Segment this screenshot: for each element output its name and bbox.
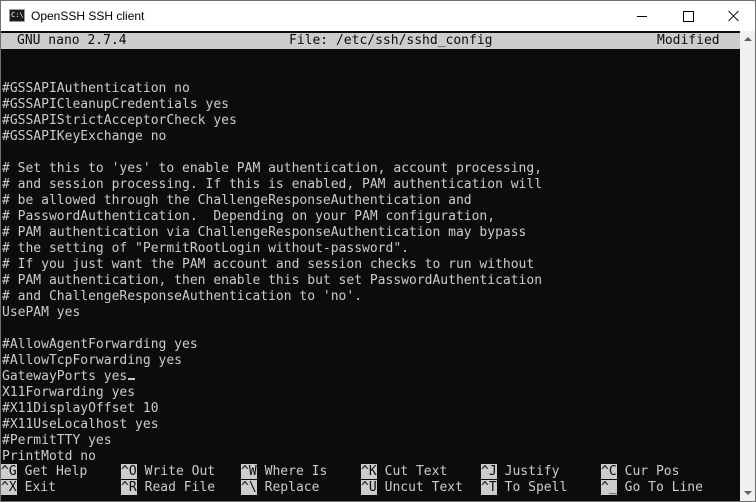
config-line: GatewayPorts yes (1, 369, 740, 385)
config-line: #X11DisplayOffset 10 (2, 401, 159, 416)
shortcut-key: ^T (481, 480, 497, 495)
shortcut-key: ^W (241, 464, 257, 479)
shortcut-bar: ^G Get Help ^O Write Out ^W Where Is ^K Cut Tex… (1, 464, 740, 496)
shortcut-item: ^R Read File (121, 480, 215, 496)
shortcut-item: ^J Justify (481, 464, 559, 480)
shortcut-item: ^_ Go To Line (601, 480, 703, 496)
shortcut-key: ^O (121, 464, 137, 479)
ssh-client-window: C:\. OpenSSH SSH client GNU nano 2.7.4 F… (0, 0, 756, 502)
maximize-button[interactable] (665, 1, 711, 31)
nano-header-bar: GNU nano 2.7.4 File: /etc/ssh/sshd_confi… (1, 33, 740, 49)
shortcut-key: ^R (121, 480, 137, 495)
config-line: # be allowed through the ChallengeRespon… (2, 193, 472, 208)
config-line: #GSSAPIKeyExchange no (2, 129, 167, 144)
editor-buffer[interactable]: #GSSAPIAuthentication no #GSSAPICleanupCr… (1, 65, 740, 465)
config-line: X11Forwarding yes (2, 385, 136, 400)
title-bar[interactable]: C:\. OpenSSH SSH client (1, 1, 755, 31)
console-icon[interactable]: C:\. (9, 9, 28, 22)
minimize-button[interactable] (619, 1, 665, 31)
config-line: PrintMotd no (2, 449, 96, 464)
nano-modified-status: Modified (657, 33, 720, 48)
shortcut-key: ^X (1, 480, 17, 495)
nano-version: GNU nano 2.7.4 (17, 33, 127, 48)
config-line: #X11UseLocalhost yes (2, 417, 159, 432)
shortcut-item: ^W Where Is (241, 464, 327, 480)
text-cursor (128, 378, 136, 380)
config-line (1, 321, 740, 337)
config-line (1, 145, 740, 161)
close-button[interactable] (711, 1, 756, 31)
config-line: #GSSAPICleanupCredentials yes (2, 97, 229, 112)
shortcut-item: ^K Cut Text (361, 464, 447, 480)
config-line: # If you just want the PAM account and s… (2, 257, 535, 272)
shortcut-label: Go To Line (624, 480, 703, 495)
config-line: # the setting of "PermitRootLogin withou… (2, 241, 409, 256)
shortcut-key: ^G (1, 464, 17, 479)
scroll-up-button[interactable] (740, 31, 755, 47)
config-line: # PasswordAuthentication. Depending on y… (2, 209, 496, 224)
config-line: #PermitTTY yes (2, 433, 112, 448)
shortcut-item: ^\ Replace (241, 480, 319, 496)
chevron-down-icon (743, 491, 752, 495)
maximize-icon (682, 10, 694, 22)
shortcut-label: Cur Pos (624, 464, 680, 479)
shortcut-key: ^C (601, 464, 617, 479)
config-line (1, 65, 740, 81)
shortcut-label: Exit (24, 480, 56, 495)
shortcut-label: Uncut Text (384, 480, 463, 495)
shortcut-label: Cut Text (384, 464, 448, 479)
shortcut-label: Read File (144, 480, 216, 495)
shortcut-item: ^T To Spell (481, 480, 567, 496)
scroll-down-button[interactable] (740, 485, 755, 501)
config-line: #GSSAPIAuthentication no (2, 81, 190, 96)
config-line: # and ChallengeResponseAuthentication to… (2, 289, 363, 304)
shortcut-label: Get Help (24, 464, 88, 479)
config-line: UsePAM yes (2, 305, 81, 320)
shortcut-label: Write Out (144, 464, 216, 479)
terminal-area[interactable]: GNU nano 2.7.4 File: /etc/ssh/sshd_confi… (1, 31, 740, 501)
config-line: # PAM authentication, then enable this b… (2, 273, 543, 288)
shortcut-label: Replace (264, 480, 320, 495)
vertical-scrollbar[interactable] (740, 31, 755, 501)
shortcut-label: To Spell (504, 480, 568, 495)
shortcut-item: ^G Get Help (1, 464, 87, 480)
shortcut-item: ^X Exit (1, 480, 56, 496)
shortcut-key: ^K (361, 464, 377, 479)
shortcut-key: ^_ (601, 480, 617, 495)
config-line: #AllowTcpForwarding yes (2, 353, 183, 368)
chevron-up-icon (743, 37, 752, 41)
minimize-icon (637, 15, 647, 17)
config-line: #GSSAPIStrictAcceptorCheck yes (2, 113, 237, 128)
shortcut-item: ^C Cur Pos (601, 464, 679, 480)
shortcut-label: Where Is (264, 464, 328, 479)
window-title: OpenSSH SSH client (31, 9, 145, 23)
shortcut-key: ^U (361, 480, 377, 495)
shortcut-key: ^J (481, 464, 497, 479)
shortcut-row: ^G Get Help ^O Write Out ^W Where Is ^K Cut Tex… (1, 464, 740, 480)
close-icon (728, 10, 740, 22)
config-line: # PAM authentication via ChallengeRespon… (2, 225, 527, 240)
nano-file-name: File: /etc/ssh/sshd_config (289, 33, 493, 48)
config-line: # Set this to 'yes' to enable PAM authen… (2, 161, 543, 176)
shortcut-key: ^\ (241, 480, 257, 495)
shortcut-item: ^O Write Out (121, 464, 215, 480)
shortcut-item: ^U Uncut Text (361, 480, 463, 496)
shortcut-row: ^X Exit ^R Read File ^\ Replace ^U Uncut Text ^T… (1, 480, 740, 496)
config-line: #AllowAgentForwarding yes (2, 337, 198, 352)
shortcut-label: Justify (504, 464, 560, 479)
config-line: # and session processing. If this is ena… (2, 177, 543, 192)
